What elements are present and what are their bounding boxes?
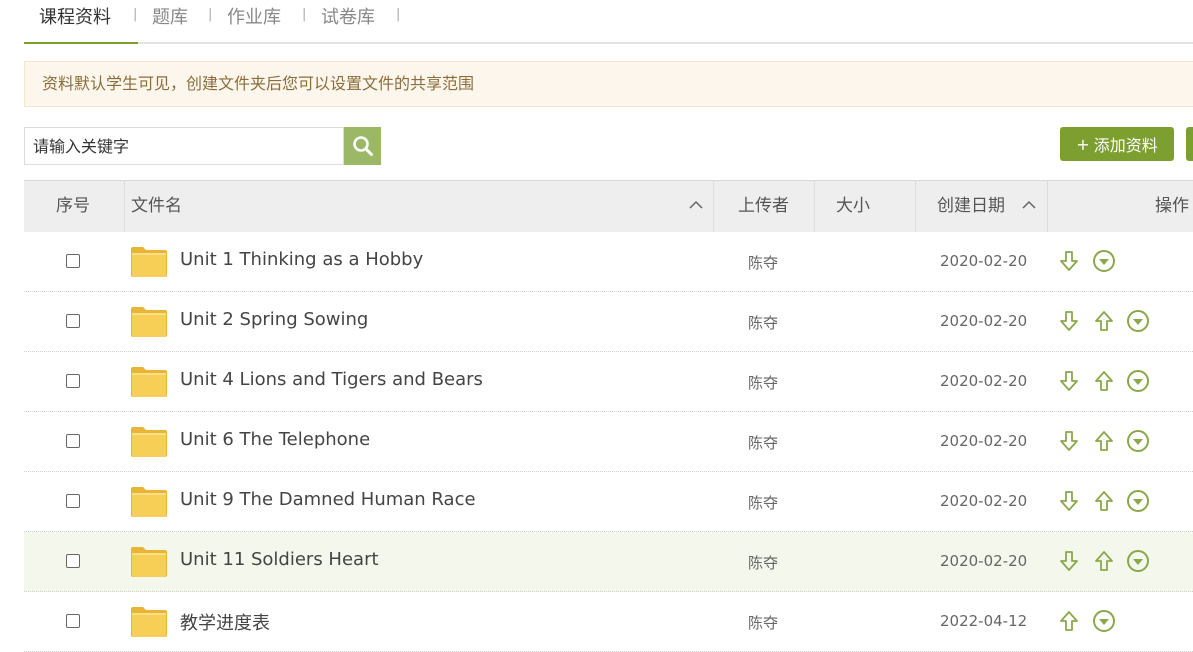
tab-separator: | [133, 7, 138, 22]
file-name[interactable]: Unit 2 Spring Sowing [180, 309, 368, 330]
created-date: 2020-02-20 [940, 432, 1028, 450]
header-filename[interactable]: 文件名 [131, 181, 182, 232]
table-header: 序号 文件名 上传者 大小 创建日期 操作 [24, 180, 1193, 232]
table-row[interactable]: Unit 1 Thinking as a Hobby 陈夺 2020-02-20 [24, 232, 1193, 292]
search-box [24, 127, 344, 165]
created-date: 2020-02-20 [940, 552, 1028, 570]
header-index: 序号 [56, 196, 90, 216]
table-row[interactable]: Unit 4 Lions and Tigers and Bears 陈夺 202… [24, 352, 1193, 412]
uploader: 陈夺 [748, 434, 779, 452]
uploader: 陈夺 [748, 254, 779, 272]
move-down-icon[interactable] [1057, 249, 1081, 273]
table-row[interactable]: Unit 6 The Telephone 陈夺 2020-02-20 [24, 412, 1193, 472]
more-options-icon[interactable] [1092, 609, 1116, 633]
tab-separator: | [208, 7, 213, 22]
table-row[interactable]: Unit 9 The Damned Human Race 陈夺 2020-02-… [24, 472, 1193, 532]
add-material-button[interactable]: + 添加资料 [1060, 127, 1174, 161]
add-material-label: 添加资料 [1093, 136, 1158, 155]
column-divider [124, 181, 125, 232]
column-divider [713, 181, 714, 232]
more-options-icon[interactable] [1126, 429, 1150, 453]
header-actions: 操作 [1155, 196, 1189, 216]
move-up-icon[interactable] [1092, 369, 1116, 393]
file-name[interactable]: Unit 9 The Damned Human Race [180, 489, 476, 510]
created-date: 2020-02-20 [940, 492, 1028, 510]
file-name[interactable]: 教学进度表 [180, 609, 270, 635]
column-divider [814, 181, 815, 232]
uploader: 陈夺 [748, 374, 779, 392]
header-created-date[interactable]: 创建日期 [937, 181, 1005, 232]
tab-separator: | [302, 7, 307, 22]
folder-icon [131, 607, 167, 637]
table-row[interactable]: Unit 11 Soldiers Heart 陈夺 2020-02-20 [24, 532, 1193, 592]
notice-banner: 资料默认学生可见，创建文件夹后您可以设置文件的共享范围 [24, 61, 1193, 107]
created-date: 2020-02-20 [940, 252, 1028, 270]
row-checkbox[interactable] [66, 254, 80, 268]
row-checkbox[interactable] [66, 314, 80, 328]
folder-icon [131, 427, 167, 457]
uploader: 陈夺 [748, 314, 779, 332]
tab-course-materials[interactable]: 课程资料 [39, 3, 111, 29]
created-date: 2022-04-12 [940, 612, 1028, 630]
created-date: 2020-02-20 [940, 312, 1028, 330]
more-options-icon[interactable] [1126, 369, 1150, 393]
plus-icon: + [1076, 134, 1090, 154]
file-name[interactable]: Unit 11 Soldiers Heart [180, 549, 379, 570]
move-down-icon[interactable] [1057, 369, 1081, 393]
sort-icon[interactable] [688, 197, 704, 213]
tab-separator: | [396, 7, 401, 22]
tab-homework-bank[interactable]: 作业库 [227, 3, 281, 29]
move-up-icon[interactable] [1092, 309, 1116, 333]
file-name[interactable]: Unit 4 Lions and Tigers and Bears [180, 369, 483, 390]
table-row[interactable]: 教学进度表 陈夺 2022-04-12 [24, 592, 1193, 652]
file-table: 序号 文件名 上传者 大小 创建日期 操作 Unit 1 Thinking as… [24, 180, 1193, 652]
more-options-icon[interactable] [1126, 309, 1150, 333]
folder-icon [131, 547, 167, 577]
folder-icon [131, 307, 167, 337]
tab-question-bank[interactable]: 题库 [152, 3, 188, 29]
sort-icon[interactable] [1021, 197, 1037, 213]
row-checkbox[interactable] [66, 494, 80, 508]
row-checkbox[interactable] [66, 614, 80, 628]
more-options-icon[interactable] [1126, 489, 1150, 513]
move-up-icon[interactable] [1092, 429, 1116, 453]
row-checkbox[interactable] [66, 434, 80, 448]
move-down-icon[interactable] [1057, 309, 1081, 333]
move-down-icon[interactable] [1057, 489, 1081, 513]
move-down-icon[interactable] [1057, 549, 1081, 573]
more-options-icon[interactable] [1092, 249, 1116, 273]
more-options-icon[interactable] [1126, 549, 1150, 573]
header-size: 大小 [836, 196, 870, 216]
tab-exam-bank[interactable]: 试卷库 [321, 3, 375, 29]
uploader: 陈夺 [748, 494, 779, 512]
search-input[interactable] [25, 128, 343, 164]
file-name[interactable]: Unit 1 Thinking as a Hobby [180, 249, 423, 270]
column-divider [915, 181, 916, 232]
row-checkbox[interactable] [66, 374, 80, 388]
created-date: 2020-02-20 [940, 372, 1028, 390]
move-up-icon[interactable] [1092, 489, 1116, 513]
secondary-action-button[interactable] [1186, 127, 1193, 161]
column-divider [1047, 181, 1048, 232]
file-name[interactable]: Unit 6 The Telephone [180, 429, 370, 450]
move-up-icon[interactable] [1057, 609, 1081, 633]
table-row[interactable]: Unit 2 Spring Sowing 陈夺 2020-02-20 [24, 292, 1193, 352]
move-down-icon[interactable] [1057, 429, 1081, 453]
search-button[interactable] [344, 127, 381, 165]
active-tab-indicator [24, 42, 138, 44]
move-up-icon[interactable] [1092, 549, 1116, 573]
header-uploader: 上传者 [738, 196, 789, 216]
folder-icon [131, 247, 167, 277]
row-checkbox[interactable] [66, 554, 80, 568]
folder-icon [131, 367, 167, 397]
search-icon [352, 136, 373, 156]
tab-bar: 课程资料 | 题库 | 作业库 | 试卷库 | [24, 0, 1193, 44]
folder-icon [131, 487, 167, 517]
uploader: 陈夺 [748, 554, 779, 572]
uploader: 陈夺 [748, 614, 779, 632]
